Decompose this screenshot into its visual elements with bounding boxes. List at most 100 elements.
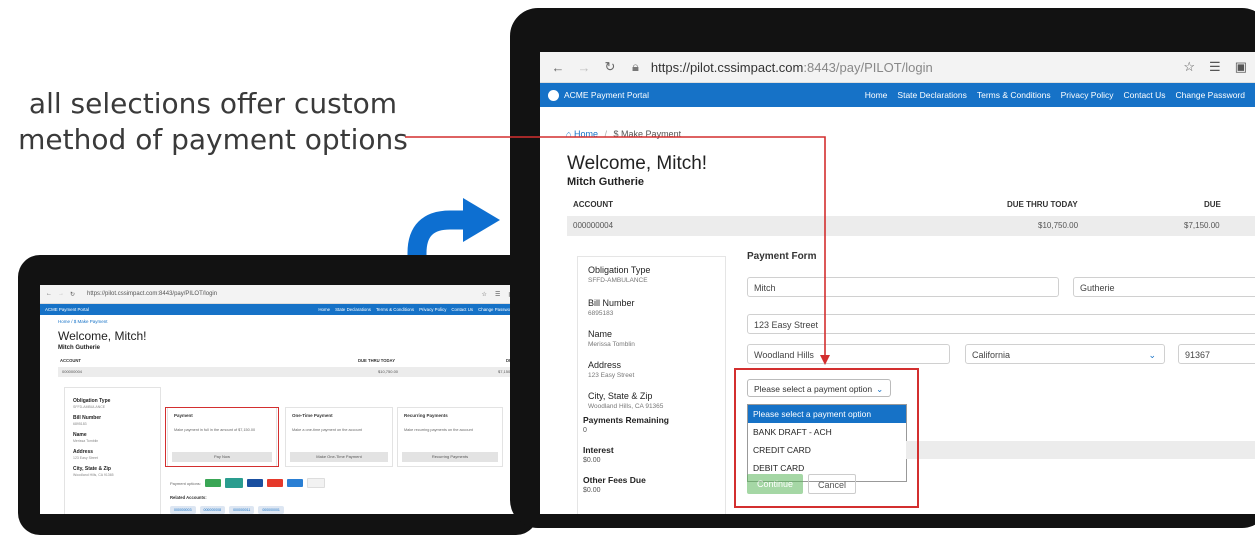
small-brand[interactable]: ACME Payment Portal <box>45 307 89 312</box>
small-nav-privacy[interactable]: Privacy Policy <box>419 307 446 312</box>
last-name-field[interactable]: Gutherie <box>1073 277 1255 297</box>
small-card-title: One-Time Payment <box>292 413 333 418</box>
favorites-icon[interactable]: ☰ <box>495 291 500 298</box>
amex-logo-icon <box>286 479 303 487</box>
col-due-thru-today: DUE THRU TODAY <box>1007 200 1078 209</box>
related-account-pill[interactable]: 000000001 <box>258 506 284 514</box>
portal-logo-icon <box>548 89 559 101</box>
nav-state-declarations[interactable]: State Declarations <box>897 90 966 100</box>
col-account: ACCOUNT <box>573 200 613 209</box>
small-card-title: Recurring Payments <box>404 413 448 418</box>
related-account-pill[interactable]: 000000011 <box>229 506 255 514</box>
cash-logo-icon <box>224 478 243 488</box>
dollar-icon: $ <box>613 129 619 139</box>
related-account-pill[interactable]: 000000003 <box>170 506 196 514</box>
small-app-navbar: ACME Payment Portal Home State Declarati… <box>40 304 520 315</box>
star-icon[interactable]: ☆ <box>482 291 487 298</box>
nav-privacy-policy[interactable]: Privacy Policy <box>1061 90 1114 100</box>
mastercard-logo-icon <box>266 479 283 487</box>
home-icon: ⌂ <box>566 129 572 139</box>
brand-link[interactable]: ACME Payment Portal <box>540 89 650 101</box>
recurring-payments-button[interactable]: Recurring Payments <box>402 452 498 462</box>
breadcrumb: ⌂ Home / $ Make Payment <box>566 129 682 139</box>
detail-name: Name Merissa Tomblin <box>588 329 635 348</box>
small-due-thru-value: $10,750.00 <box>378 369 399 374</box>
small-detail-obligation: Obligation Type SFFD-AMBULANCE <box>73 398 111 409</box>
related-account-pill[interactable]: 000000008 <box>199 506 226 514</box>
refresh-icon[interactable]: ↻ <box>600 59 620 75</box>
visa-logo-icon <box>246 479 263 487</box>
small-nav-home[interactable]: Home <box>318 307 330 312</box>
detail-bill-number: Bill Number 6895183 <box>588 298 635 317</box>
back-arrow-icon[interactable]: ← <box>46 291 52 297</box>
small-nav-terms[interactable]: Terms & Conditions <box>376 307 414 312</box>
one-time-payment-button[interactable]: Make One-Time Payment <box>290 452 388 462</box>
refresh-icon[interactable]: ↻ <box>70 291 75 298</box>
street-field[interactable]: 123 Easy Street <box>747 314 1255 334</box>
nav-contact-us[interactable]: Contact Us <box>1123 90 1165 100</box>
small-related-label: Related Accounts: <box>170 495 207 500</box>
state-value: California <box>972 350 1011 360</box>
small-col-account: ACCOUNT <box>60 358 81 363</box>
collections-icon[interactable]: ▣ <box>1235 59 1247 75</box>
nav-terms-conditions[interactable]: Terms & Conditions <box>977 90 1051 100</box>
small-details-panel: Obligation Type SFFD-AMBULANCE Bill Numbe… <box>64 387 161 514</box>
small-card-desc: Make a one-time payment on the account <box>292 428 362 432</box>
small-welcome-title: Welcome, Mitch! <box>58 329 147 343</box>
payment-form-title: Payment Form <box>747 251 817 262</box>
small-detail-bill: Bill Number 6895183 <box>73 415 102 426</box>
ach-logo-icon <box>204 479 221 487</box>
app-navbar: ACME Payment Portal Home State Declarati… <box>540 83 1255 107</box>
first-name-field[interactable]: Mitch <box>747 277 1059 297</box>
star-icon[interactable]: ☆ <box>1183 59 1195 75</box>
small-nav-change-password[interactable]: Change Password <box>478 307 514 312</box>
small-highlight-box <box>165 407 279 467</box>
detail-obligation-type: Obligation Type SFFD-AMBULANCE <box>588 265 651 284</box>
address-bar[interactable]: https://pilot.cssimpact.com:8443/pay/PIL… <box>651 60 933 75</box>
small-browser-toolbar: ← → ↻ https://pilot.cssimpact.com:8443/p… <box>40 285 520 304</box>
small-card-one-time: One-Time Payment Make a one-time payment… <box>285 407 393 467</box>
state-select[interactable]: California ⌄ <box>965 344 1165 364</box>
detail-interest: Interest $0.00 <box>583 445 614 464</box>
small-payment-options-label: Payment options: <box>170 480 201 486</box>
url-domain: https://pilot.cssimpact.com <box>650 59 804 75</box>
small-breadcrumb[interactable]: Home / $ Make Payment <box>58 319 108 324</box>
zip-field[interactable]: 91367 <box>1178 344 1255 364</box>
due-value: $7,150.00 <box>1184 221 1220 230</box>
browser-toolbar: ← → ↻ 🔒︎ https://pilot.cssimpact.com:844… <box>540 52 1255 83</box>
back-arrow-icon[interactable]: ← <box>548 60 568 75</box>
detail-city-state-zip: City, State & Zip Woodland Hills, CA 9136… <box>588 391 664 410</box>
due-thru-today-value: $10,750.00 <box>1038 221 1079 230</box>
brand-label: ACME Payment Portal <box>564 90 650 100</box>
detail-payments-remaining: Payments Remaining 0 <box>583 415 669 434</box>
page-title: Welcome, Mitch! <box>567 153 708 174</box>
forward-arrow-icon[interactable]: → <box>58 291 64 297</box>
nav-home[interactable]: Home <box>865 90 888 100</box>
caption-text: all selections offer custom method of pa… <box>18 87 408 156</box>
small-card-recurring: Recurring Payments Make recurring paymen… <box>397 407 503 467</box>
account-row: 000000004 $10,750.00 $7,150.00 <box>567 216 1255 236</box>
small-user-name: Mitch Gutherie <box>58 345 101 351</box>
detail-address: Address 123 Easy Street <box>588 360 635 379</box>
dropdown-highlight-box <box>734 368 919 508</box>
small-related-accounts: 000000003 000000008 000000011 000000001 <box>170 506 284 514</box>
city-field[interactable]: Woodland Hills <box>747 344 950 364</box>
forward-arrow-icon[interactable]: → <box>574 60 594 75</box>
breadcrumb-home[interactable]: Home <box>574 129 598 139</box>
small-address-bar[interactable]: https://pilot.cssimpact.com:8443/pay/PIL… <box>87 291 217 297</box>
small-detail-city: City, State & Zip Woodland Hills, CA 9136… <box>73 466 114 477</box>
user-name: Mitch Gutherie <box>567 176 645 188</box>
discover-logo-icon <box>306 478 325 488</box>
small-nav-contact[interactable]: Contact Us <box>451 307 473 312</box>
col-due: DUE <box>1204 200 1221 209</box>
small-card-desc: Make recurring payments on the account <box>404 428 473 432</box>
small-account-row: 000000004 $10,750.00 $7,150.00 <box>58 367 520 377</box>
favorites-icon[interactable]: ☰ <box>1209 59 1221 75</box>
small-nav-state-declarations[interactable]: State Declarations <box>335 307 371 312</box>
small-screen: ← → ↻ https://pilot.cssimpact.com:8443/p… <box>40 285 520 514</box>
breadcrumb-current: Make Payment <box>621 129 682 139</box>
nav-change-password[interactable]: Change Password <box>1176 90 1245 100</box>
small-detail-name: Name Merissa Tomblin <box>73 432 99 443</box>
detail-other-fees: Other Fees Due $0.00 <box>583 475 646 494</box>
large-screen: ← → ↻ 🔒︎ https://pilot.cssimpact.com:844… <box>540 52 1255 514</box>
